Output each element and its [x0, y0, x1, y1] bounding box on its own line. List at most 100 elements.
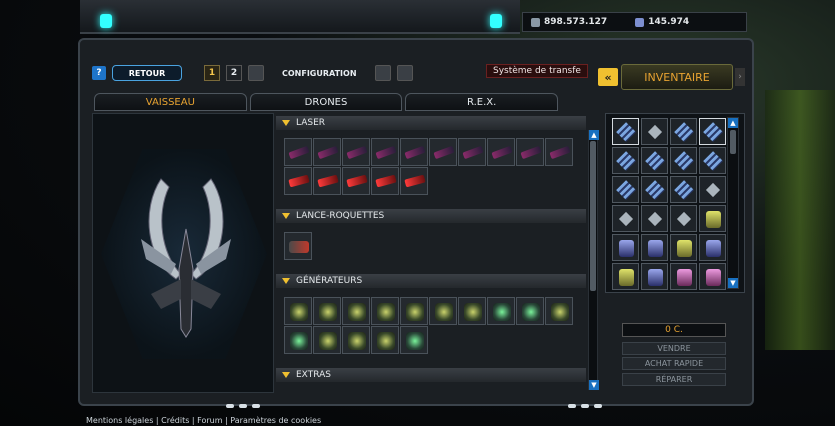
inventory-scrollbar[interactable]: ▲ ▼: [727, 117, 739, 289]
inventory-next-icon[interactable]: ›: [735, 68, 745, 86]
laser-slot[interactable]: [284, 138, 312, 166]
laser-slot[interactable]: [371, 138, 399, 166]
inventory-item[interactable]: [641, 118, 668, 145]
collapse-arrow-icon: [282, 278, 290, 284]
scroll-up-icon[interactable]: ▲: [728, 118, 738, 128]
inventory-item[interactable]: [699, 147, 726, 174]
generator-slot[interactable]: [545, 297, 573, 325]
inventory-item[interactable]: [670, 205, 697, 232]
inventory-item[interactable]: [641, 205, 668, 232]
inventory-item[interactable]: [612, 263, 639, 290]
credits-display: 898.573.127: [531, 17, 607, 27]
uridium-value: 145.974: [648, 17, 690, 27]
generator-slot[interactable]: [284, 326, 312, 354]
inventory-header: « INVENTAIRE ›: [598, 62, 746, 92]
ship-image: [141, 178, 231, 338]
inventory-item[interactable]: [641, 263, 668, 290]
category-extras-header[interactable]: EXTRAS: [276, 368, 586, 382]
generator-slots: [284, 297, 584, 354]
collapse-arrow-icon: [282, 213, 290, 219]
inventory-item[interactable]: [670, 118, 697, 145]
laser-slot[interactable]: [429, 138, 457, 166]
laser-slot[interactable]: [313, 167, 341, 195]
transfer-system-field[interactable]: Système de transfe: [486, 64, 588, 78]
laser-slot[interactable]: [487, 138, 515, 166]
frame-indicator-left: [226, 404, 260, 408]
inventory-item[interactable]: [699, 234, 726, 261]
generator-slot[interactable]: [516, 297, 544, 325]
frame-indicator-right: [568, 404, 602, 408]
generator-slot[interactable]: [458, 297, 486, 325]
sell-button[interactable]: VENDRE: [622, 342, 726, 355]
inventory-item[interactable]: [670, 176, 697, 203]
laser-slot[interactable]: [400, 138, 428, 166]
scroll-thumb[interactable]: [730, 130, 736, 154]
equipment-scrollbar[interactable]: ▲ ▼: [588, 130, 599, 390]
generator-slot[interactable]: [371, 297, 399, 325]
laser-slot[interactable]: [342, 138, 370, 166]
category-rockets-header[interactable]: LANCE-ROQUETTES: [276, 209, 586, 223]
inventory-panel: [605, 113, 745, 293]
category-generators-header[interactable]: GÉNÉRATEURS: [276, 274, 586, 288]
generator-slot[interactable]: [487, 297, 515, 325]
generator-slot[interactable]: [342, 326, 370, 354]
inventory-item[interactable]: [612, 147, 639, 174]
collapse-arrow-icon: [282, 372, 290, 378]
config-1-button[interactable]: 1: [204, 65, 220, 81]
inventory-item[interactable]: [641, 234, 668, 261]
generator-slot[interactable]: [313, 326, 341, 354]
scroll-up-icon[interactable]: ▲: [589, 130, 599, 140]
inventory-item[interactable]: [612, 118, 639, 145]
config-2-button[interactable]: 2: [226, 65, 242, 81]
inventory-item[interactable]: [670, 147, 697, 174]
equipment-list: LASER LANCE-ROQUETTES GÉNÉRATEURS EXTRAS: [276, 114, 586, 394]
inventory-item[interactable]: [699, 263, 726, 290]
generator-slot[interactable]: [371, 326, 399, 354]
download-icon[interactable]: [396, 65, 413, 81]
inventory-item[interactable]: [612, 205, 639, 232]
laser-slot[interactable]: [342, 167, 370, 195]
inventory-item[interactable]: [699, 118, 726, 145]
laser-slot[interactable]: [400, 167, 428, 195]
inventory-item[interactable]: [612, 176, 639, 203]
inventory-item[interactable]: [612, 234, 639, 261]
footer-links[interactable]: Mentions légales | Crédits | Forum | Par…: [86, 416, 321, 425]
scroll-down-icon[interactable]: ▼: [589, 380, 599, 390]
rocket-launcher-slot[interactable]: [284, 232, 312, 260]
inventory-button[interactable]: INVENTAIRE: [621, 64, 733, 90]
generator-slot[interactable]: [400, 326, 428, 354]
tab-drones[interactable]: DRONES: [249, 93, 403, 111]
laser-slot[interactable]: [371, 167, 399, 195]
inventory-item[interactable]: [670, 263, 697, 290]
quick-buy-button[interactable]: ACHAT RAPIDE: [622, 357, 726, 370]
inventory-item[interactable]: [699, 205, 726, 232]
inventory-item[interactable]: [699, 176, 726, 203]
generator-slot[interactable]: [284, 297, 312, 325]
laser-slot[interactable]: [284, 167, 312, 195]
inventory-item[interactable]: [670, 234, 697, 261]
inventory-collapse-button[interactable]: «: [598, 68, 618, 86]
tab-vaisseau[interactable]: VAISSEAU: [94, 93, 247, 111]
generator-slot[interactable]: [400, 297, 428, 325]
laser-slot[interactable]: [458, 138, 486, 166]
repair-button[interactable]: RÉPARER: [622, 373, 726, 386]
scroll-thumb[interactable]: [590, 141, 596, 291]
laser-slot[interactable]: [516, 138, 544, 166]
inventory-item[interactable]: [641, 147, 668, 174]
back-button[interactable]: RETOUR: [112, 65, 182, 81]
laser-slot[interactable]: [545, 138, 573, 166]
laser-slot[interactable]: [313, 138, 341, 166]
collapse-arrow-icon: [282, 120, 290, 126]
help-button[interactable]: ?: [92, 66, 106, 80]
generator-slot[interactable]: [342, 297, 370, 325]
switch-config-icon[interactable]: [248, 65, 264, 81]
category-laser-header[interactable]: LASER: [276, 116, 586, 130]
scroll-down-icon[interactable]: ▼: [728, 278, 738, 288]
generator-slot[interactable]: [429, 297, 457, 325]
inventory-item[interactable]: [641, 176, 668, 203]
credits-icon: [531, 17, 540, 27]
frame-light-left: [100, 14, 112, 28]
save-icon[interactable]: [374, 65, 391, 81]
generator-slot[interactable]: [313, 297, 341, 325]
tab-rex[interactable]: R.E.X.: [405, 93, 559, 111]
